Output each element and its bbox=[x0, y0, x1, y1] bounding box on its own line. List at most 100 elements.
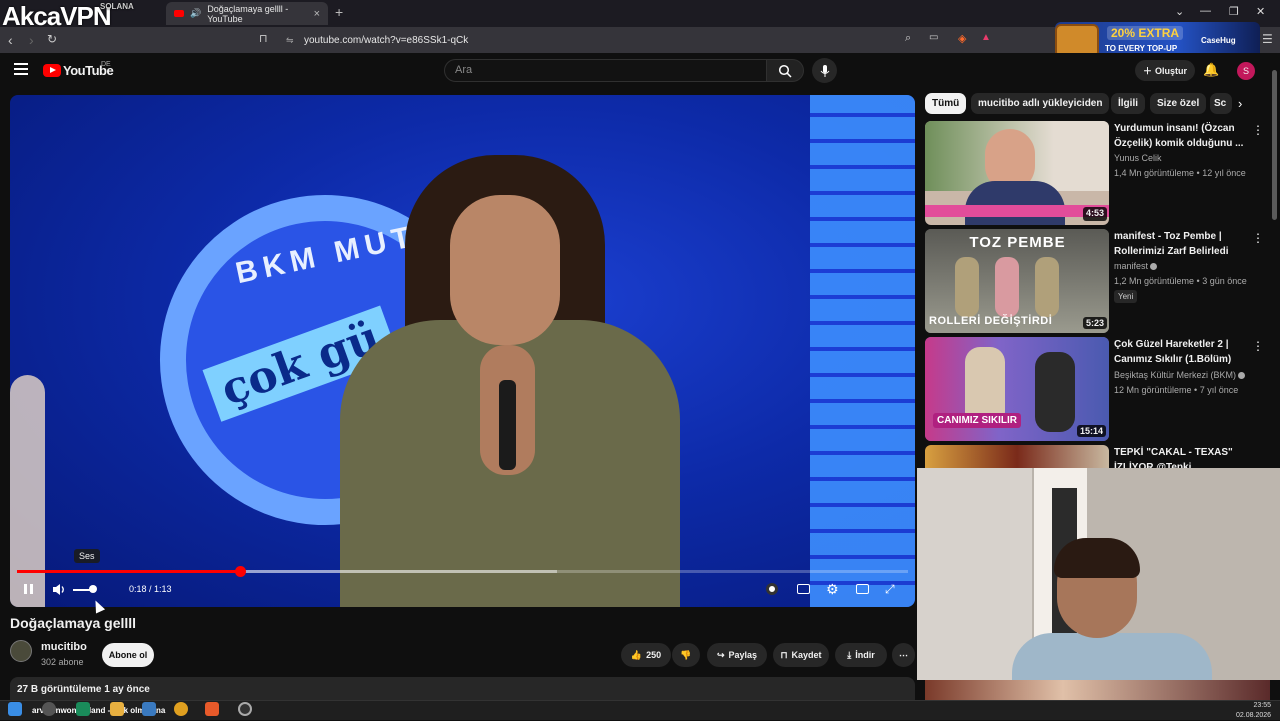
brave-browser-icon[interactable] bbox=[205, 702, 219, 716]
account-avatar[interactable]: S bbox=[1237, 62, 1255, 80]
notifications-bell-icon[interactable]: 🔔 bbox=[1203, 62, 1219, 78]
thumbs-down-icon: 👎 bbox=[680, 649, 692, 660]
dislike-button[interactable]: 👎 bbox=[672, 643, 700, 667]
chip-next[interactable]: Sc bbox=[1210, 93, 1232, 114]
pause-button[interactable] bbox=[23, 580, 34, 598]
window-close-icon[interactable]: ✕ bbox=[1256, 5, 1265, 18]
brave-shield-icon[interactable]: ◈ bbox=[958, 32, 966, 45]
maximize-icon[interactable]: ❐ bbox=[1229, 5, 1239, 18]
download-icon: ⤓ bbox=[847, 649, 852, 660]
back-icon[interactable]: ‹ bbox=[8, 32, 13, 48]
channel-name[interactable]: mucitibo bbox=[41, 641, 87, 653]
search-input[interactable]: Ara bbox=[444, 59, 767, 82]
tab-search-icon[interactable]: ⌄ bbox=[1175, 5, 1184, 18]
mute-button[interactable] bbox=[52, 580, 67, 598]
chip-from-uploader[interactable]: mucitibo adlı yükleyiciden bbox=[971, 93, 1110, 114]
search-button[interactable] bbox=[766, 59, 804, 82]
youtube-favicon-icon bbox=[174, 10, 184, 17]
recommendation-thumbnail-partial bbox=[925, 680, 1270, 700]
file-explorer-icon[interactable] bbox=[110, 702, 124, 716]
system-clock: 23:55 02.08.2026 bbox=[1236, 702, 1272, 719]
browser-menu-icon[interactable]: ☰ bbox=[1262, 32, 1273, 46]
video-thumbnail[interactable] bbox=[925, 121, 1109, 225]
more-vert-icon[interactable]: ⋮ bbox=[1252, 231, 1264, 245]
zoom-icon[interactable]: ⌕ bbox=[905, 32, 911, 45]
recommendation-channel[interactable]: Yunus Celik bbox=[1114, 153, 1162, 163]
more-dots-icon: ⋯ bbox=[899, 649, 908, 660]
verified-icon bbox=[1150, 263, 1158, 271]
rewards-icon[interactable]: ▲ bbox=[981, 32, 991, 43]
recommendation-channel[interactable]: manifest bbox=[1114, 261, 1158, 271]
subtitles-icon bbox=[797, 584, 810, 594]
new-tab-icon[interactable]: + bbox=[335, 4, 343, 20]
recommendation-meta: 12 Mn görüntüleme • 7 yıl önce bbox=[1114, 385, 1239, 395]
region-code: DE bbox=[101, 61, 111, 68]
hamburger-menu-icon[interactable] bbox=[14, 63, 28, 75]
video-microphone bbox=[499, 380, 516, 470]
bookmark-icon[interactable]: ⊓ bbox=[259, 32, 268, 45]
gear-icon: ⚙ bbox=[826, 580, 839, 597]
site-info-icon[interactable]: ⇋ bbox=[286, 35, 294, 46]
more-vert-icon[interactable]: ⋮ bbox=[1252, 339, 1264, 353]
video-brick-wall bbox=[810, 95, 915, 607]
reload-icon[interactable]: ↻ bbox=[47, 32, 57, 46]
more-actions-button[interactable]: ⋯ bbox=[892, 643, 915, 667]
speaker-icon[interactable]: 🔊 bbox=[190, 8, 201, 19]
taskbar-app-icon[interactable] bbox=[142, 702, 156, 716]
subscribe-button[interactable]: Abone ol bbox=[102, 643, 154, 667]
chip-for-you[interactable]: Size özel bbox=[1150, 93, 1207, 114]
browser-tab[interactable]: 🔊 Doğaçlamaya gellll - YouTube × bbox=[166, 2, 328, 25]
volume-icon bbox=[53, 583, 64, 595]
taskbar-search-icon[interactable] bbox=[42, 702, 56, 716]
chrome-icon[interactable] bbox=[174, 702, 188, 716]
save-button[interactable]: ⊓ Kaydet bbox=[773, 643, 829, 667]
download-button[interactable]: ⤓ İndir bbox=[835, 643, 887, 667]
minimize-icon[interactable]: — bbox=[1200, 5, 1211, 17]
fullscreen-button[interactable]: ⤢ bbox=[885, 580, 895, 598]
like-count: 250 bbox=[646, 650, 662, 660]
obs-icon[interactable] bbox=[238, 702, 252, 716]
recommendation-item[interactable]: 4:53 Yurdumun insanı! (Özcan Özçelik) ko… bbox=[925, 121, 1270, 225]
recommendation-title[interactable]: Çok Güzel Hareketler 2 | Canımız Sıkılır… bbox=[1114, 337, 1249, 367]
video-player[interactable]: BKM MUT çok gü bbox=[10, 95, 915, 607]
like-button[interactable]: 👍 250 bbox=[621, 643, 671, 667]
recommendation-item[interactable]: CANIMIZ SIKILIR 15:14 Çok Güzel Hareketl… bbox=[925, 337, 1270, 441]
verified-icon bbox=[1238, 372, 1246, 380]
pause-icon bbox=[24, 584, 33, 594]
recommendation-meta: 1,2 Mn görüntüleme • 3 gün önce bbox=[1114, 276, 1247, 286]
miniplayer-button[interactable] bbox=[856, 580, 869, 598]
forward-icon[interactable]: › bbox=[29, 32, 34, 48]
url-field[interactable]: ⇋ youtube.com/watch?v=e86SSk1-qCk bbox=[280, 30, 1000, 50]
progress-scrubber[interactable] bbox=[234, 566, 246, 577]
taskbar-app-icon[interactable] bbox=[76, 702, 90, 716]
voice-search-button[interactable] bbox=[812, 58, 837, 83]
chip-related[interactable]: İlgili bbox=[1111, 93, 1145, 114]
bookmark-save-icon: ⊓ bbox=[780, 649, 788, 660]
duration-badge: 4:53 bbox=[1083, 207, 1108, 221]
channel-avatar[interactable] bbox=[10, 640, 32, 662]
more-vert-icon[interactable]: ⋮ bbox=[1252, 123, 1264, 137]
create-button[interactable]: ＋ Oluştur bbox=[1135, 60, 1195, 81]
fullscreen-icon: ⤢ bbox=[885, 581, 895, 596]
start-menu-icon[interactable] bbox=[8, 702, 22, 716]
pip-icon[interactable]: ▭ bbox=[929, 32, 938, 43]
youtube-logo-icon[interactable] bbox=[43, 64, 61, 77]
promo-sub: TO EVERY TOP-UP bbox=[1105, 44, 1178, 53]
recommendation-title[interactable]: Yurdumun insanı! (Özcan Özçelik) komik o… bbox=[1114, 121, 1249, 151]
recommendation-item[interactable]: TOZ PEMBE ROLLERİ DEĞİŞTİRDİ 5:23 manife… bbox=[925, 229, 1270, 333]
share-button[interactable]: ↪ Paylaş bbox=[707, 643, 767, 667]
settings-button[interactable]: ⚙ bbox=[826, 580, 839, 598]
video-thumbnail[interactable]: TOZ PEMBE ROLLERİ DEĞİŞTİRDİ bbox=[925, 229, 1109, 333]
volume-knob[interactable] bbox=[89, 585, 97, 593]
chip-all[interactable]: Tümü bbox=[925, 93, 967, 114]
recommendation-channel[interactable]: Beşiktaş Kültür Merkezi (BKM) bbox=[1114, 370, 1246, 380]
recommendation-title[interactable]: manifest - Toz Pembe | Rollerimizi Zarf … bbox=[1114, 229, 1249, 259]
page-scrollbar[interactable] bbox=[1272, 70, 1277, 220]
subtitles-button[interactable] bbox=[797, 580, 810, 598]
tab-title: Doğaçlamaya gellll - YouTube bbox=[207, 3, 289, 24]
duration-badge: 5:23 bbox=[1083, 317, 1108, 329]
close-tab-icon[interactable]: × bbox=[314, 8, 320, 20]
thumbs-up-icon: 👍 bbox=[630, 649, 643, 660]
chevron-right-icon[interactable]: › bbox=[1238, 96, 1242, 111]
autoplay-toggle[interactable] bbox=[766, 580, 778, 598]
